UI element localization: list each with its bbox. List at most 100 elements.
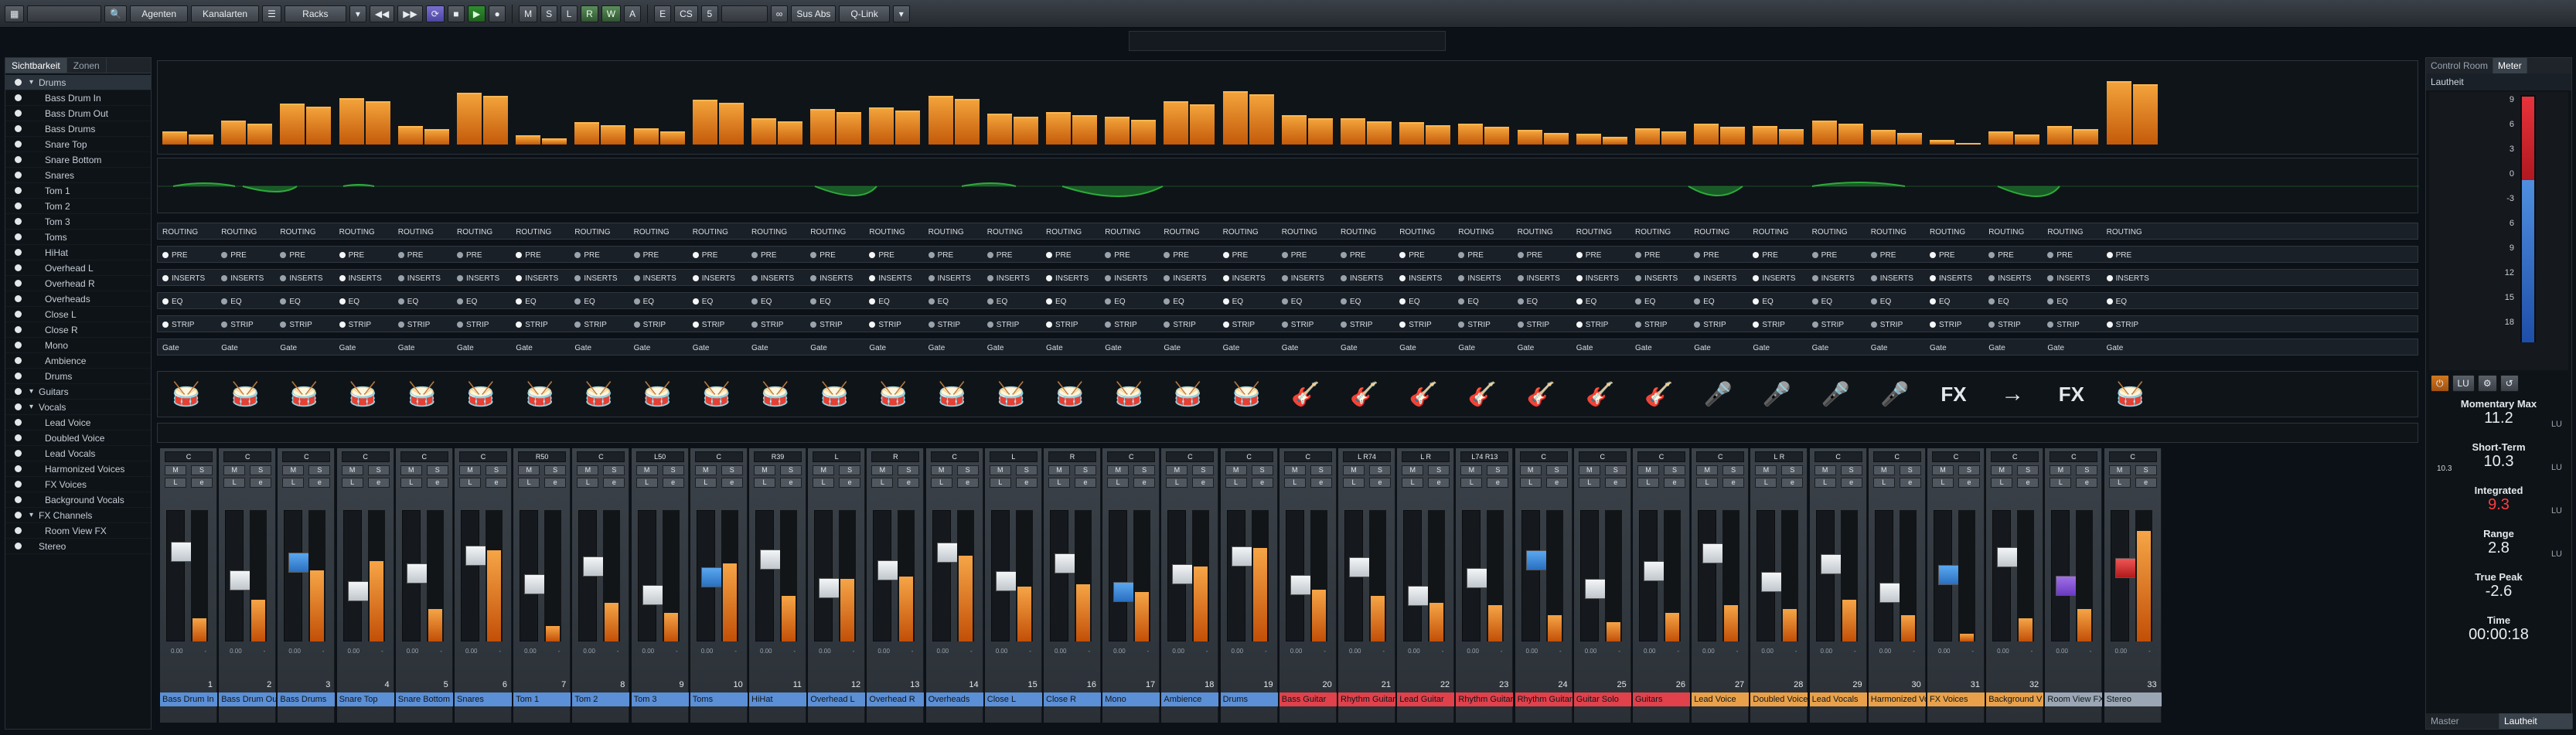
fader-cap[interactable] — [347, 581, 370, 601]
routing-cell[interactable]: ROUTING — [987, 226, 1043, 238]
power-icon[interactable] — [1753, 252, 1760, 258]
strip-cell[interactable]: STRIP — [1576, 318, 1632, 331]
mute-button[interactable]: M — [1048, 465, 1070, 475]
fader-track[interactable] — [1285, 510, 1312, 641]
power-icon[interactable] — [1399, 322, 1406, 328]
routing-cell[interactable]: ROUTING — [810, 226, 866, 238]
mute-button[interactable]: M — [1814, 465, 1836, 475]
fader-track[interactable] — [225, 510, 252, 641]
routing-cell[interactable]: ROUTING — [1458, 226, 1514, 238]
drum-kit-icon[interactable]: 🥁 — [696, 375, 738, 413]
solo-button[interactable]: S — [1664, 465, 1685, 475]
listen-button[interactable]: L — [561, 5, 578, 22]
fader-cap[interactable] — [1938, 565, 1960, 585]
inserts-cell[interactable]: INSERTS — [1046, 272, 1102, 284]
mute-button[interactable]: M — [341, 465, 363, 475]
power-icon[interactable] — [1694, 322, 1701, 328]
mute-button[interactable]: M — [223, 465, 246, 475]
tree-item[interactable]: Snare Bottom — [5, 152, 151, 168]
drum-kit-icon[interactable]: 🥁 — [519, 375, 561, 413]
listen-button[interactable]: L — [518, 478, 540, 488]
power-icon[interactable] — [1517, 298, 1524, 305]
power-icon[interactable] — [1341, 298, 1347, 305]
tree-item[interactable]: Overhead R — [5, 276, 151, 291]
expand-caret-icon[interactable]: ▾ — [29, 403, 39, 411]
edit-button[interactable]: e — [1369, 478, 1391, 488]
solo-button[interactable]: S — [603, 465, 625, 475]
eq-cell[interactable]: EQ — [574, 295, 630, 308]
gate-cell[interactable]: Gate — [1988, 342, 2044, 354]
power-icon[interactable] — [633, 298, 640, 305]
fader-cap[interactable] — [1231, 546, 1253, 567]
fader-cap[interactable] — [465, 546, 487, 566]
fader-cap[interactable] — [1055, 553, 1076, 573]
power-icon[interactable] — [751, 322, 758, 328]
tree-item[interactable]: Doubled Voice — [5, 430, 151, 446]
power-icon[interactable] — [1694, 275, 1701, 281]
strip-cell[interactable]: STRIP — [1694, 318, 1750, 331]
inserts-cell[interactable]: INSERTS — [162, 272, 218, 284]
listen-button[interactable]: L — [459, 478, 481, 488]
power-icon[interactable] — [1988, 298, 1995, 305]
fader-track[interactable] — [2051, 510, 2078, 641]
listen-button[interactable]: L — [754, 478, 775, 488]
listen-button[interactable]: L — [871, 478, 894, 488]
strip-cell[interactable]: STRIP — [1164, 318, 1219, 331]
power-icon[interactable] — [1281, 298, 1288, 305]
solo-button[interactable]: S — [1428, 465, 1450, 475]
channel-name[interactable]: Snare Top — [336, 692, 394, 706]
fader-cap[interactable] — [877, 560, 900, 580]
pre-cell[interactable]: PRE — [928, 249, 984, 261]
inserts-cell[interactable]: INSERTS — [1694, 272, 1750, 284]
power-icon[interactable] — [1164, 252, 1170, 258]
power-icon[interactable] — [751, 298, 758, 305]
pan-control[interactable]: C — [1637, 451, 1685, 462]
power-icon[interactable] — [1870, 252, 1877, 258]
eq-cell[interactable]: EQ — [397, 295, 454, 308]
power-icon[interactable] — [1576, 275, 1583, 281]
strip-cell[interactable]: STRIP — [1105, 318, 1160, 331]
routing-cell[interactable]: ROUTING — [162, 226, 218, 238]
inserts-cell[interactable]: INSERTS — [397, 272, 454, 284]
pre-cell[interactable]: PRE — [1870, 249, 1927, 261]
power-icon[interactable] — [810, 322, 817, 328]
routing-cell[interactable]: ROUTING — [1930, 226, 1985, 238]
solo-button[interactable]: S — [367, 465, 390, 475]
tree-item[interactable]: Overhead L — [5, 260, 151, 276]
power-icon[interactable] — [1458, 275, 1465, 281]
pre-cell[interactable]: PRE — [1164, 249, 1219, 261]
visibility-dot[interactable] — [15, 373, 22, 379]
solo-button[interactable]: S — [250, 465, 272, 475]
tree-item[interactable]: Close L — [5, 307, 151, 322]
channel-name[interactable]: Lead Voice — [1692, 692, 1750, 706]
q-link-button[interactable]: Q-Link — [839, 5, 890, 22]
routing-cell[interactable]: ROUTING — [1988, 226, 2044, 238]
tree-item[interactable]: ▾ Drums — [5, 75, 151, 90]
pan-control[interactable]: C — [1283, 451, 1332, 462]
drum-kit-icon[interactable]: 🥁 — [460, 375, 502, 413]
routing-cell[interactable]: ROUTING — [2047, 226, 2103, 238]
listen-button[interactable]: L — [930, 478, 952, 488]
fader-cap[interactable] — [2056, 576, 2078, 596]
pan-control[interactable]: L — [813, 451, 861, 462]
tree-item[interactable]: Stereo — [5, 539, 151, 554]
edit-button[interactable]: e — [2135, 478, 2157, 488]
solo-button[interactable]: S — [544, 465, 567, 475]
pan-control[interactable]: L74 R13 — [1460, 451, 1509, 462]
read-button[interactable]: R — [581, 5, 598, 22]
drum-kit-icon[interactable]: 🥁 — [342, 375, 384, 413]
pan-control[interactable]: C — [1872, 451, 1921, 462]
inserts-cell[interactable]: INSERTS — [1164, 272, 1219, 284]
power-icon[interactable] — [162, 298, 169, 305]
power-icon[interactable] — [1635, 275, 1641, 281]
power-icon[interactable] — [1105, 252, 1112, 258]
pan-control[interactable]: L — [989, 451, 1038, 462]
power-icon[interactable] — [221, 275, 228, 281]
inserts-cell[interactable]: INSERTS — [1105, 272, 1160, 284]
power-icon[interactable] — [1517, 322, 1524, 328]
guitar-icon[interactable]: 🎸 — [1521, 375, 1562, 413]
tree-item[interactable]: ▾ Guitars — [5, 384, 151, 400]
visibility-dot[interactable] — [15, 264, 22, 271]
channel-name[interactable]: Tom 3 — [631, 692, 689, 706]
fader-track[interactable] — [990, 510, 1017, 641]
